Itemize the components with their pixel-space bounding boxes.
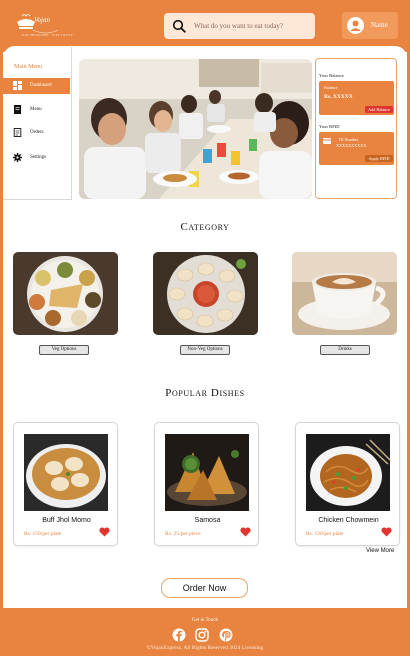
coffee-photo [292, 252, 397, 335]
pinterest-icon[interactable] [219, 628, 233, 642]
sidebar-item-label: Settings [30, 155, 47, 160]
dish-card[interactable]: Buff Jhol Momo Rs. 150/per plate [13, 422, 118, 546]
jhol-momo-photo [24, 434, 108, 511]
samosa-photo [165, 434, 249, 511]
facebook-icon[interactable] [172, 628, 186, 642]
veg-options-button[interactable]: Veg Options [39, 345, 89, 355]
category-image-non-veg[interactable] [153, 252, 258, 335]
balance-card: Balance Rs. XXXXX Add Balance [319, 81, 394, 115]
dish-name: Samosa [194, 517, 221, 524]
wallet-panel: Your Balance Balance Rs. XXXXX Add Balan… [315, 58, 397, 199]
category-title: Category [180, 221, 230, 233]
heart-icon[interactable] [240, 527, 251, 537]
profile-button[interactable]: Name [342, 12, 398, 39]
non-veg-options-button[interactable]: Non-Veg Options [180, 345, 230, 355]
balance-label: Balance [324, 85, 338, 90]
sidebar-item-label: Orders [30, 130, 44, 135]
heart-icon[interactable] [381, 527, 392, 537]
popular-title: Popular Dishes [165, 387, 245, 399]
search-input[interactable] [194, 18, 309, 34]
copyright-text: ©VojanExpress, All Rights Reserved 2024 … [146, 645, 264, 651]
apply-rfid-button[interactable]: Apply RFID [365, 155, 393, 162]
logo-tagline: EAT HEALTHY · EAT TASTY [22, 33, 74, 37]
sidebar-item-dashboard[interactable]: Dashboard [3, 78, 70, 94]
dish-card[interactable]: Chicken Chowmein Rs. 120/per plate [295, 422, 400, 546]
sidebar-title: Main Menu [14, 64, 43, 70]
balance-title: Your Balance [319, 73, 344, 78]
rfid-title: Your RFID [319, 124, 340, 129]
dashboard-icon [13, 81, 22, 90]
search-icon[interactable] [172, 19, 186, 33]
hero-image [79, 59, 312, 199]
category-image-drinks[interactable] [292, 252, 397, 335]
gear-icon [13, 153, 22, 162]
avatar [347, 17, 364, 34]
dish-price: Rs. 150/per plate [24, 531, 62, 537]
menu-book-icon [14, 105, 21, 114]
orders-icon [13, 128, 22, 137]
footer: Get in Touch ©VojanExpress, All Rights R… [0, 608, 410, 656]
search-bar[interactable] [164, 13, 315, 39]
sidebar-item-settings[interactable]: Settings [3, 150, 70, 166]
heart-icon[interactable] [99, 527, 110, 537]
rfid-card: ID Number XXXXXXXXXX Apply RFID [319, 132, 394, 165]
instagram-icon[interactable] [195, 628, 209, 642]
logo-brand: Vojan [34, 16, 50, 24]
card-icon [323, 138, 331, 144]
dish-price: Rs. 120/per plate [306, 531, 344, 537]
veg-thali-photo [13, 252, 118, 335]
dish-price: Rs. 25/per piece [165, 531, 201, 537]
dish-image [165, 434, 249, 511]
drinks-button[interactable]: Drinks [320, 345, 370, 355]
sidebar-item-label: Menu [30, 107, 42, 112]
sidebar-item-orders[interactable]: Orders [3, 125, 70, 141]
momo-platter-photo [153, 252, 258, 335]
view-more-link[interactable]: View More [366, 548, 394, 554]
order-now-button[interactable]: Order Now [161, 578, 248, 598]
add-balance-button[interactable]: Add Balance [365, 106, 393, 113]
profile-name: Name [371, 21, 388, 29]
dish-image [24, 434, 108, 511]
header: Vojan EAT HEALTHY · EAT TASTY Name [0, 0, 410, 52]
sidebar-item-label: Dashboard [30, 83, 52, 88]
dish-card[interactable]: Samosa Rs. 25/per piece [154, 422, 259, 546]
dish-name: Chicken Chowmein [318, 517, 379, 524]
dish-image [306, 434, 390, 511]
canteen-photo [79, 59, 312, 199]
rfid-value: XXXXXXXXXX [336, 143, 367, 148]
rfid-label: ID Number [339, 137, 359, 142]
chowmein-photo [306, 434, 390, 511]
sidebar-item-menu[interactable]: Menu [3, 102, 70, 118]
dish-name: Buff Jhol Momo [42, 517, 91, 524]
category-image-veg[interactable] [13, 252, 118, 335]
get-in-touch-label: Get in Touch [192, 618, 218, 623]
sidebar: Main Menu Dashboard Menu Orders Settings [3, 47, 72, 200]
balance-value: Rs. XXXXX [324, 94, 353, 100]
